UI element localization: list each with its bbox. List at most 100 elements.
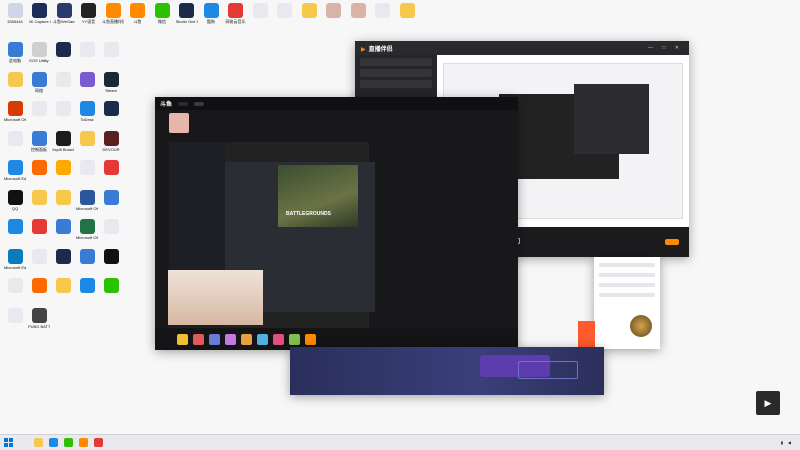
desktop-icon[interactable] — [76, 130, 98, 147]
desktop-icon[interactable]: 控制面板 — [28, 130, 50, 152]
desktop-icon[interactable] — [28, 219, 50, 235]
desktop-icon[interactable] — [100, 189, 122, 206]
desktop-icon[interactable] — [298, 3, 320, 19]
desktop-icon[interactable]: 3355444 — [4, 3, 26, 24]
window-controls[interactable]: — □ ✕ — [648, 45, 683, 51]
desktop-icon-label: DEVOUR — [102, 146, 120, 152]
desktop-icon[interactable]: 微信 — [151, 3, 173, 24]
desktop-icon[interactable] — [4, 130, 26, 147]
desktop-icon[interactable] — [52, 160, 74, 176]
search-icon[interactable] — [19, 438, 28, 447]
desktop-icon[interactable] — [4, 307, 26, 324]
desktop-icon[interactable] — [396, 3, 418, 19]
desktop-icon[interactable]: Xsplit Broadcaster — [52, 130, 74, 152]
source-item[interactable] — [360, 80, 432, 88]
desktop-icon[interactable]: 此电脑 — [4, 42, 26, 63]
avatar[interactable] — [169, 113, 189, 133]
douyu-icon[interactable] — [79, 438, 88, 447]
desktop-icon[interactable] — [28, 278, 50, 294]
desktop-icon[interactable]: Microsoft Edge — [4, 160, 26, 181]
volume-icon[interactable]: ◀ — [788, 440, 791, 445]
gift-icon[interactable] — [273, 333, 284, 345]
desktop-icon[interactable] — [76, 71, 98, 88]
desktop-icon[interactable]: PUBG BATTLEGR... — [28, 307, 50, 329]
desktop-icon[interactable]: YY语音 — [78, 3, 100, 24]
desktop-icon[interactable]: 酷狗 — [200, 3, 222, 24]
desktop-icon[interactable] — [4, 71, 26, 88]
desktop-icon[interactable] — [76, 248, 98, 265]
file-icon — [375, 3, 390, 18]
gift-icon[interactable] — [177, 333, 188, 345]
desktop-icon[interactable]: 斗鱼WeGame — [53, 3, 75, 24]
netease-icon[interactable] — [94, 438, 103, 447]
desktop-icon[interactable]: QQ — [4, 189, 26, 211]
desktop-icon[interactable] — [347, 3, 369, 19]
desktop-icon[interactable]: Microsoft Edge — [4, 248, 26, 270]
go-live-button[interactable] — [665, 239, 679, 245]
desktop-icon[interactable] — [76, 160, 98, 176]
desktop-icon[interactable] — [100, 219, 122, 235]
banner-button[interactable] — [518, 361, 578, 379]
desktop-icon[interactable] — [52, 189, 74, 206]
network-icon[interactable]: ▮ — [781, 440, 783, 445]
send-button[interactable] — [578, 321, 595, 349]
promo-banner[interactable] — [290, 347, 604, 395]
desktop-icon[interactable]: Studio One 5 — [176, 3, 198, 24]
tab-room[interactable] — [194, 101, 205, 106]
wechat-icon — [154, 3, 170, 18]
desktop-icon[interactable] — [4, 219, 26, 235]
gift-icon[interactable] — [241, 333, 252, 345]
source-item[interactable] — [360, 69, 432, 77]
chat-window[interactable] — [594, 257, 660, 349]
desktop-icon[interactable]: Microsoft Office — [76, 219, 98, 240]
desktop-icon[interactable] — [52, 42, 74, 58]
gift-icon[interactable] — [305, 333, 316, 345]
start-button[interactable] — [4, 438, 13, 447]
desktop-icon[interactable]: EOS Utility — [28, 42, 50, 63]
desktop-icon[interactable] — [28, 189, 50, 206]
desktop-icon[interactable] — [28, 160, 50, 176]
gift-icon[interactable] — [209, 333, 220, 345]
file-explorer-icon[interactable] — [34, 438, 43, 447]
desktop-icon[interactable] — [274, 3, 296, 19]
play-icon[interactable]: ▶ — [756, 391, 780, 415]
desktop-icon[interactable] — [52, 248, 74, 265]
title-bar[interactable]: 直播伴侣 — □ ✕ — [355, 41, 689, 55]
desktop-icon[interactable]: 斗鱼直播伴侣 — [102, 3, 124, 24]
desktop-icon[interactable]: Steam — [100, 71, 122, 93]
desktop-icon[interactable]: Microsoft Office — [4, 101, 26, 122]
desktop-icon[interactable] — [52, 219, 74, 235]
gift-icon[interactable] — [257, 333, 268, 345]
wechat-icon[interactable] — [64, 438, 73, 447]
gift-icon[interactable] — [225, 333, 236, 345]
desktop-icon[interactable] — [100, 101, 122, 117]
gift-icon[interactable] — [193, 333, 204, 345]
source-item[interactable] — [360, 58, 432, 66]
desktop-icon[interactable] — [52, 71, 74, 88]
tab-home[interactable] — [178, 101, 189, 106]
desktop-icon[interactable] — [100, 278, 122, 294]
desktop-icon[interactable]: 网络 — [28, 71, 50, 93]
gift-icon[interactable] — [289, 333, 300, 345]
desktop-icon[interactable]: 网易云音乐 — [225, 3, 247, 24]
desktop-icon[interactable] — [4, 278, 26, 294]
desktop-icon[interactable] — [76, 42, 98, 58]
desktop-icon[interactable]: 斗鱼 — [127, 3, 149, 24]
desktop-icon[interactable] — [76, 278, 98, 294]
desktop-icon[interactable] — [100, 248, 122, 265]
app-icon — [103, 219, 119, 234]
desktop-icon[interactable] — [28, 101, 50, 117]
desktop-icon[interactable] — [372, 3, 394, 19]
desktop-icon[interactable] — [52, 278, 74, 294]
desktop-icon[interactable]: ToDesk — [76, 101, 98, 122]
desktop-icon[interactable]: Microsoft Office — [76, 189, 98, 211]
desktop-icon[interactable] — [100, 160, 122, 176]
edge-icon[interactable] — [49, 438, 58, 447]
desktop-icon[interactable] — [323, 3, 345, 19]
desktop-icon[interactable]: 4K Capture Utility — [29, 3, 51, 24]
desktop-icon[interactable]: DEVOUR — [100, 130, 122, 152]
desktop-icon[interactable] — [28, 248, 50, 265]
desktop-icon[interactable] — [52, 101, 74, 117]
desktop-icon[interactable] — [100, 42, 122, 58]
desktop-icon[interactable] — [249, 3, 271, 19]
